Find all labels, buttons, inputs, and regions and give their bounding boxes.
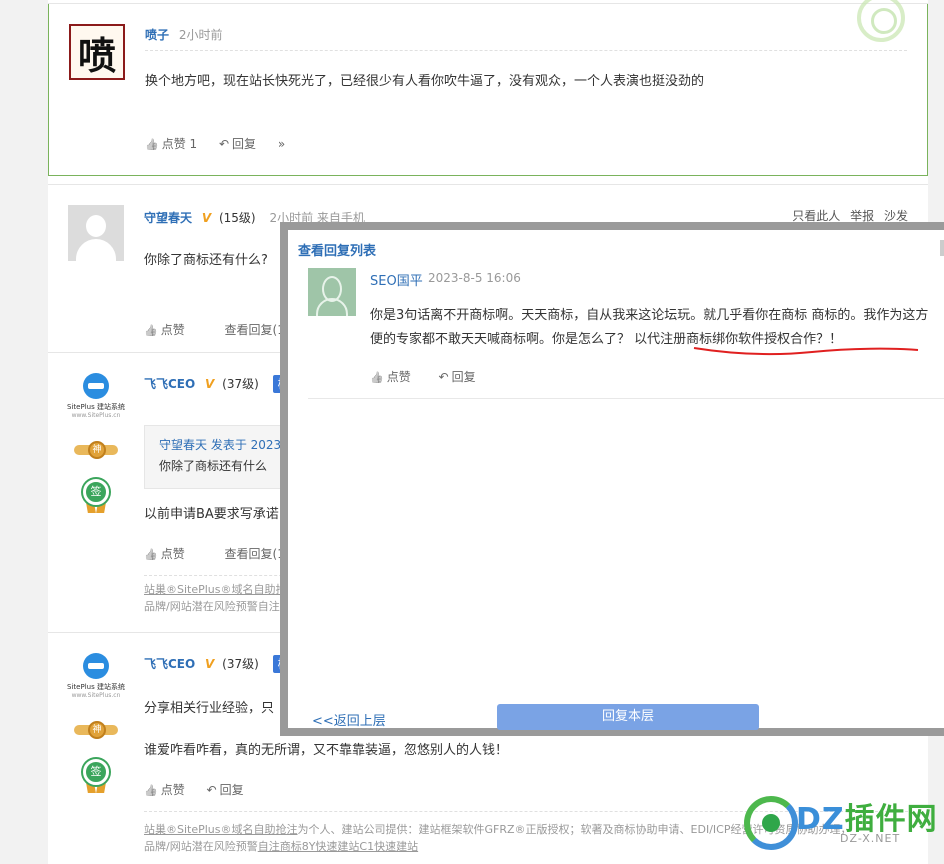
medal-core: 签 bbox=[83, 479, 109, 505]
avatar[interactable]: SitePlus 建站系统 www.SitePlus.cn bbox=[66, 373, 126, 421]
post-content: 分享相关行业经验，只 bbox=[144, 701, 275, 716]
medal-core: 签 bbox=[83, 759, 109, 785]
user-level: (37级) bbox=[222, 657, 259, 671]
god-medal-icon[interactable]: 神 bbox=[74, 439, 118, 463]
logo-text: SitePlus 建站系统 bbox=[67, 683, 125, 691]
reply-list-dialog: 查看回复列表 SEO国平 2023-8-5 16:06 你是3句话离不开商标啊。… bbox=[280, 222, 944, 736]
back-link[interactable]: <<返回上层 bbox=[312, 710, 386, 729]
watermark-domain: DZ-X.NET bbox=[840, 832, 901, 845]
only-this-user-link[interactable]: 只看此人 bbox=[792, 209, 840, 223]
post-meta: 喷子 2小时前 bbox=[145, 26, 222, 43]
reply-time: 2023-8-5 16:06 bbox=[428, 271, 521, 285]
reply-floor-button[interactable]: 回复本层 bbox=[497, 704, 759, 730]
signature: 站巢®SitePlus®域名自助抢 品牌/网站潜在风险预警自注 bbox=[144, 581, 287, 615]
red-underline-annotation bbox=[693, 347, 919, 356]
post-1: 喷 喷子 2小时前 换个地方吧，现在站长快死光了，已经很少有人看你吹牛逼了，没有… bbox=[48, 0, 928, 176]
post-content: 换个地方吧，现在站长快死光了，已经很少有人看你吹牛逼了，没有观众，一个人表演也挺… bbox=[145, 74, 705, 89]
post-actions: 点赞 1 回复 » bbox=[145, 135, 303, 152]
author-name[interactable]: 飞飞CEO bbox=[144, 377, 195, 391]
reply-button[interactable]: 回复 bbox=[439, 370, 476, 384]
quote-head[interactable]: 守望春天 发表于 2023 bbox=[159, 436, 281, 453]
sketch-avatar-body bbox=[316, 298, 348, 316]
scrollbar[interactable] bbox=[940, 240, 944, 256]
post-content: 以前申请BA要求写承诺 bbox=[144, 507, 279, 522]
more-icon[interactable]: » bbox=[278, 137, 285, 151]
medal-core: 神 bbox=[88, 441, 106, 459]
signin-medal-icon[interactable]: 签 bbox=[81, 479, 111, 513]
like-button[interactable]: 点赞 1 bbox=[145, 137, 197, 151]
like-button[interactable]: 点赞 bbox=[144, 547, 185, 561]
logo-url: www.SitePlus.cn bbox=[71, 412, 121, 419]
like-button[interactable]: 点赞 bbox=[370, 370, 411, 384]
god-medal-icon[interactable]: 神 bbox=[74, 719, 118, 743]
logo-text: SitePlus 建站系统 bbox=[67, 403, 125, 411]
post-content: 你除了商标还有什么? bbox=[144, 253, 268, 268]
post-actions: 点赞 回复 bbox=[144, 781, 262, 798]
reply-button[interactable]: 回复 bbox=[219, 137, 256, 151]
avatar[interactable]: 喷 bbox=[69, 24, 125, 80]
signature-line-1[interactable]: 站巢®SitePlus®域名自助抢 bbox=[144, 581, 287, 598]
reply-button[interactable]: 回复 bbox=[207, 783, 244, 797]
divider bbox=[145, 50, 907, 51]
user-level: (15级) bbox=[218, 211, 256, 225]
watermark: DZ插件网 DZ-X.NET bbox=[744, 770, 944, 860]
signin-medal-icon[interactable]: 签 bbox=[81, 759, 111, 793]
siteplus-logo-icon bbox=[83, 373, 109, 399]
author-name[interactable]: 喷子 bbox=[145, 28, 169, 42]
avatar[interactable] bbox=[68, 205, 124, 261]
default-avatar-body bbox=[76, 239, 116, 261]
author-name[interactable]: 飞飞CEO bbox=[144, 657, 195, 671]
checkin-stamp-icon bbox=[857, 0, 905, 42]
author-name[interactable]: 守望春天 bbox=[144, 211, 192, 225]
quote-body: 你除了商标还有什么 bbox=[159, 459, 268, 473]
quote-block: 守望春天 发表于 2023 你除了商标还有什么 bbox=[144, 425, 294, 489]
like-button[interactable]: 点赞 bbox=[144, 783, 185, 797]
dialog-title: 查看回复列表 bbox=[298, 244, 377, 259]
floor-label: 沙发 bbox=[883, 209, 908, 223]
author-name[interactable]: SEO国平 bbox=[370, 270, 423, 289]
vip-icon: V bbox=[205, 657, 215, 671]
post-time: 2小时前 bbox=[178, 28, 223, 42]
siteplus-logo-icon bbox=[83, 653, 109, 679]
medal-core: 神 bbox=[88, 721, 106, 739]
post-content: 谁爱咋看咋看，真的无所谓，又不靠靠装逼，忽悠别人的人钱！ bbox=[144, 743, 509, 758]
logo-url: www.SitePlus.cn bbox=[71, 692, 121, 699]
avatar[interactable] bbox=[308, 268, 356, 316]
reply-actions: 点赞 回复 bbox=[370, 368, 500, 385]
default-avatar-icon bbox=[86, 215, 106, 237]
avatar[interactable]: SitePlus 建站系统 www.SitePlus.cn bbox=[66, 653, 126, 701]
vip-icon: V bbox=[201, 211, 212, 225]
divider bbox=[308, 398, 944, 399]
user-level: (37级) bbox=[222, 377, 259, 391]
report-link[interactable]: 举报 bbox=[850, 209, 874, 223]
signature-line-2[interactable]: 品牌/网站潜在风险预警自注 bbox=[144, 598, 287, 615]
like-button[interactable]: 点赞 bbox=[144, 323, 185, 337]
dz-logo-icon bbox=[744, 796, 798, 850]
vip-icon: V bbox=[205, 377, 215, 391]
